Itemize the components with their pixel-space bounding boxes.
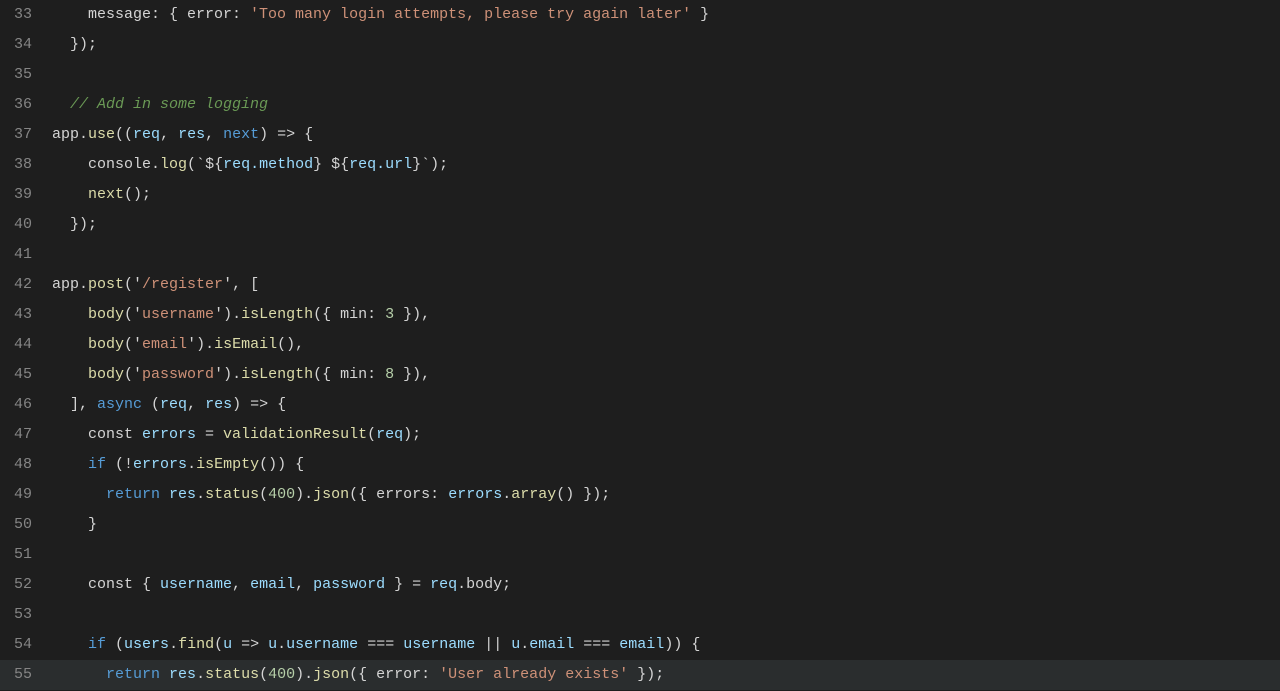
code-line-55: 55 return res.status(400).json({ error: … (0, 660, 1280, 690)
line-number: 40 (0, 210, 48, 240)
line-content (48, 540, 1280, 570)
line-number: 51 (0, 540, 48, 570)
line-content: if (users.find(u => u.username === usern… (48, 630, 1280, 660)
code-line-35: 35 (0, 60, 1280, 90)
line-content: }); (48, 210, 1280, 240)
code-line-44: 44 body('email').isEmail(), (0, 330, 1280, 360)
code-line-43: 43 body('username').isLength({ min: 3 })… (0, 300, 1280, 330)
line-number: 42 (0, 270, 48, 300)
code-line-50: 50 } (0, 510, 1280, 540)
code-line-52: 52 const { username, email, password } =… (0, 570, 1280, 600)
line-number: 55 (0, 660, 48, 690)
line-content: message: { error: 'Too many login attemp… (48, 0, 1280, 30)
line-content: const { username, email, password } = re… (48, 570, 1280, 600)
code-line-34: 34 }); (0, 30, 1280, 60)
line-content: return res.status(400).json({ errors: er… (48, 480, 1280, 510)
line-number: 47 (0, 420, 48, 450)
code-line-41: 41 (0, 240, 1280, 270)
line-number: 44 (0, 330, 48, 360)
code-line-47: 47 const errors = validationResult(req); (0, 420, 1280, 450)
line-content: body('email').isEmail(), (48, 330, 1280, 360)
line-content: } (48, 510, 1280, 540)
code-line-39: 39 next(); (0, 180, 1280, 210)
line-number: 52 (0, 570, 48, 600)
code-line-45: 45 body('password').isLength({ min: 8 })… (0, 360, 1280, 390)
line-number: 48 (0, 450, 48, 480)
line-content: app.use((req, res, next) => { (48, 120, 1280, 150)
line-content (48, 60, 1280, 90)
code-line-42: 42app.post('/register', [ (0, 270, 1280, 300)
line-content: // Add in some logging (48, 90, 1280, 120)
line-content (48, 240, 1280, 270)
line-content: const errors = validationResult(req); (48, 420, 1280, 450)
line-number: 39 (0, 180, 48, 210)
line-number: 34 (0, 30, 48, 60)
line-number: 33 (0, 0, 48, 30)
line-content: if (!errors.isEmpty()) { (48, 450, 1280, 480)
code-line-37: 37app.use((req, res, next) => { (0, 120, 1280, 150)
line-content (48, 600, 1280, 630)
line-content: }); (48, 30, 1280, 60)
code-line-36: 36 // Add in some logging (0, 90, 1280, 120)
line-number: 45 (0, 360, 48, 390)
line-number: 38 (0, 150, 48, 180)
code-line-51: 51 (0, 540, 1280, 570)
code-line-46: 46 ], async (req, res) => { (0, 390, 1280, 420)
code-line-40: 40 }); (0, 210, 1280, 240)
line-content: body('password').isLength({ min: 8 }), (48, 360, 1280, 390)
line-content: console.log(`${req.method} ${req.url}`); (48, 150, 1280, 180)
code-line-54: 54 if (users.find(u => u.username === us… (0, 630, 1280, 660)
line-number: 54 (0, 630, 48, 660)
code-line-48: 48 if (!errors.isEmpty()) { (0, 450, 1280, 480)
line-number: 41 (0, 240, 48, 270)
line-content: ], async (req, res) => { (48, 390, 1280, 420)
code-line-53: 53 (0, 600, 1280, 630)
line-content: return res.status(400).json({ error: 'Us… (48, 660, 1280, 690)
line-content: app.post('/register', [ (48, 270, 1280, 300)
line-content: next(); (48, 180, 1280, 210)
code-line-33: 33 message: { error: 'Too many login att… (0, 0, 1280, 30)
line-number: 50 (0, 510, 48, 540)
code-line-49: 49 return res.status(400).json({ errors:… (0, 480, 1280, 510)
line-number: 49 (0, 480, 48, 510)
line-number: 43 (0, 300, 48, 330)
code-editor: 33 message: { error: 'Too many login att… (0, 0, 1280, 691)
line-number: 53 (0, 600, 48, 630)
line-number: 37 (0, 120, 48, 150)
line-number: 35 (0, 60, 48, 90)
code-line-38: 38 console.log(`${req.method} ${req.url}… (0, 150, 1280, 180)
line-content: body('username').isLength({ min: 3 }), (48, 300, 1280, 330)
line-number: 36 (0, 90, 48, 120)
line-number: 46 (0, 390, 48, 420)
